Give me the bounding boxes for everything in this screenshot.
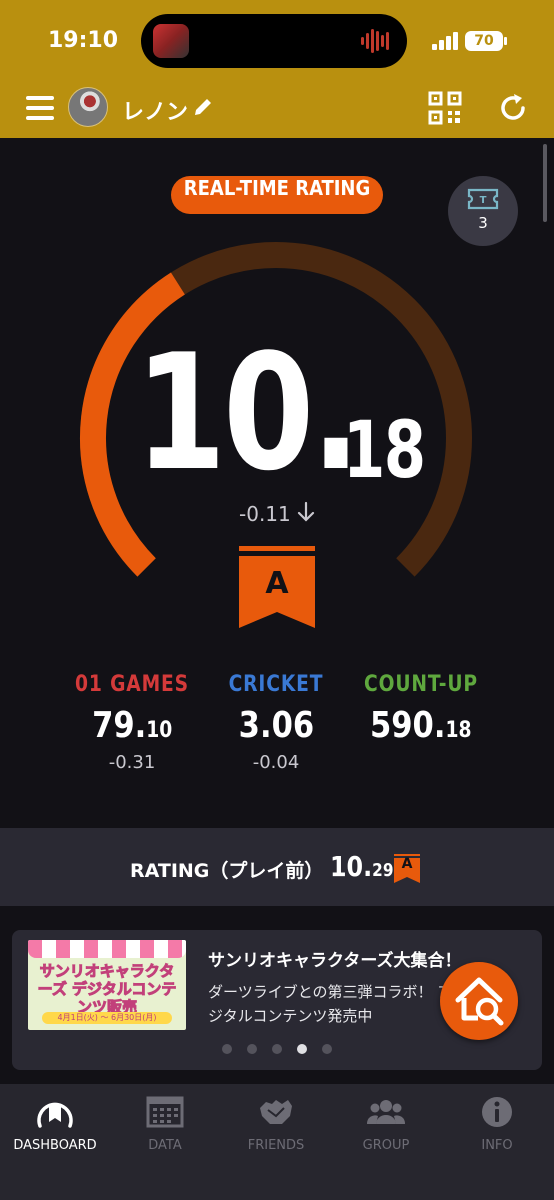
bottom-tab-bar: DASHBOARD DATA FRIENDS GROUP INFO <box>0 1084 554 1200</box>
tab-group[interactable]: GROUP <box>331 1094 441 1153</box>
carousel-dot[interactable] <box>322 1044 332 1054</box>
stat-count-up[interactable]: COUNT-UP 590.18 <box>331 672 511 752</box>
stat-value-small: 18 <box>445 718 472 743</box>
real-time-rating-badge: REAL-TIME RATING <box>171 176 383 214</box>
edit-icon[interactable] <box>192 96 214 118</box>
carousel-dot[interactable] <box>222 1044 232 1054</box>
arrow-down-icon <box>297 501 315 522</box>
banner-image-title: サンリオキャラクターズ デジタルコンテンツ販売 <box>37 962 177 1017</box>
refresh-icon[interactable] <box>497 92 529 124</box>
info-icon <box>482 1097 512 1127</box>
svg-text:T: T <box>480 195 487 206</box>
ticket-icon: T <box>467 188 499 210</box>
tab-data[interactable]: DATA <box>110 1094 220 1153</box>
avatar[interactable] <box>68 87 108 127</box>
rating-decimal: 18 <box>343 406 426 496</box>
pre-play-grade-letter: A <box>401 856 413 872</box>
tab-friends[interactable]: FRIENDS <box>221 1094 331 1153</box>
tab-info[interactable]: INFO <box>442 1094 552 1153</box>
stat-value: 3.06 <box>238 705 314 746</box>
banner-title: サンリオキャラクターズ大集合！ <box>208 951 462 971</box>
tab-label: GROUP <box>362 1138 410 1153</box>
scrollbar[interactable] <box>543 144 547 222</box>
rating-integer: 10. <box>135 319 361 506</box>
stat-value-main: 590. <box>370 705 446 746</box>
dynamic-island <box>141 14 407 68</box>
cellular-signal-icon <box>432 32 458 50</box>
app-header: レノン <box>0 80 554 138</box>
qr-code-icon[interactable] <box>428 91 462 125</box>
banner-image[interactable]: サンリオキャラクターズ デジタルコンテンツ販売 4月1日(火) ～ 6月30日(… <box>28 940 186 1030</box>
friends-icon <box>260 1100 292 1124</box>
current-rating: 10. 18 <box>135 328 435 498</box>
stat-delta: -0.04 <box>252 752 300 773</box>
shop-search-button[interactable] <box>440 962 518 1040</box>
calendar-icon <box>146 1096 184 1128</box>
pre-play-label: RATING（プレイ前） <box>130 860 324 882</box>
pre-play-value-small: 29 <box>372 860 394 881</box>
ticket-count: 3 <box>478 214 488 232</box>
grade-letter: A <box>265 566 289 601</box>
pre-play-value: 10.29 <box>330 850 393 883</box>
game-stats: 01 GAMES 79.10 -0.31 CRICKET 3.06 -0.04 … <box>0 672 554 792</box>
tab-label: FRIENDS <box>247 1138 305 1153</box>
pre-play-rating: RATING（プレイ前） 10.29 A <box>0 828 554 906</box>
tab-label: DASHBOARD <box>13 1138 97 1153</box>
carousel-dot-active[interactable] <box>297 1044 307 1054</box>
audio-waveform-icon <box>361 29 389 53</box>
stat-value-main: 3.06 <box>238 705 314 746</box>
stat-label: COUNT-UP <box>364 672 478 697</box>
menu-icon[interactable] <box>26 96 54 120</box>
rating-delta: -0.11 <box>239 502 291 526</box>
user-name[interactable]: レノン <box>122 94 188 126</box>
home-search-icon <box>455 977 504 1026</box>
banner-image-date: 4月1日(火) ～ 6月30日(月) <box>42 1012 172 1024</box>
tab-dashboard[interactable]: DASHBOARD <box>0 1094 110 1153</box>
tab-label: DATA <box>148 1138 182 1153</box>
tab-label: INFO <box>481 1138 513 1153</box>
stat-label: CRICKET <box>228 672 324 697</box>
carousel-dot[interactable] <box>247 1044 257 1054</box>
stat-value: 590.18 <box>370 705 472 746</box>
dashboard-icon <box>37 1102 73 1128</box>
battery-indicator: 70 <box>465 31 507 51</box>
stat-value: 79.10 <box>92 705 172 746</box>
now-playing-thumbnail <box>153 24 189 58</box>
status-bar: 19:10 70 <box>0 0 554 80</box>
pre-play-value-main: 10. <box>330 850 373 883</box>
group-icon <box>366 1100 406 1124</box>
carousel-pagination <box>222 1044 342 1056</box>
stat-value-main: 79. <box>91 705 147 746</box>
rating-panel: REAL-TIME RATING T 3 10. 18 -0.11 A 01 G… <box>0 138 554 828</box>
stat-value-small: 10 <box>146 718 173 743</box>
banner-awning <box>28 940 186 958</box>
carousel-dot[interactable] <box>272 1044 282 1054</box>
status-time: 19:10 <box>48 28 119 53</box>
